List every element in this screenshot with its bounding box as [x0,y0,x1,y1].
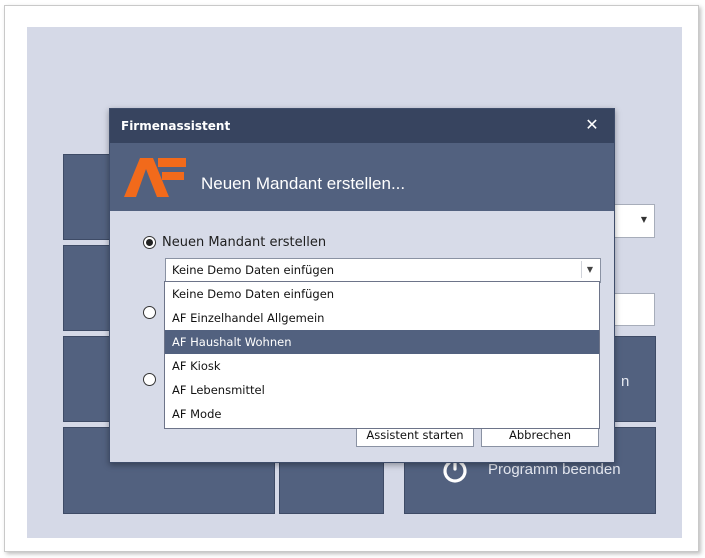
option-new-label[interactable]: Neuen Mandant erstellen [162,235,326,250]
exit-program-label: Programm beenden [488,461,621,478]
chevron-down-icon: ▼ [640,215,647,224]
af-logo-icon [124,158,186,197]
close-icon: ✕ [585,115,599,134]
dropdown-option[interactable]: AF Lebensmittel [165,378,599,402]
dialog-title: Firmenassistent [121,119,231,133]
chevron-down-icon[interactable]: ▼ [581,261,598,278]
option-3-radio[interactable] [143,373,156,386]
demo-data-dropdown-list: Keine Demo Daten einfügen AF Einzelhande… [164,281,600,429]
option-2-radio[interactable] [143,306,156,319]
option-new-radio[interactable] [143,236,156,249]
dropdown-option[interactable]: AF Einzelhandel Allgemein [165,306,599,330]
dropdown-option-highlighted[interactable]: AF Haushalt Wohnen [165,330,599,354]
dropdown-option[interactable]: AF Kiosk [165,354,599,378]
dialog-titlebar: Firmenassistent ✕ [110,109,614,143]
demo-data-select[interactable]: Keine Demo Daten einfügen ▼ [165,258,601,283]
dropdown-option[interactable]: Keine Demo Daten einfügen [165,282,599,306]
close-button[interactable]: ✕ [582,115,602,135]
demo-data-select-value: Keine Demo Daten einfügen [172,263,335,277]
bg-tile-right-label: n [621,373,630,390]
dialog-header: Neuen Mandant erstellen... [110,143,614,211]
dialog-header-title: Neuen Mandant erstellen... [201,174,406,193]
dropdown-option[interactable]: AF Mode [165,402,599,426]
